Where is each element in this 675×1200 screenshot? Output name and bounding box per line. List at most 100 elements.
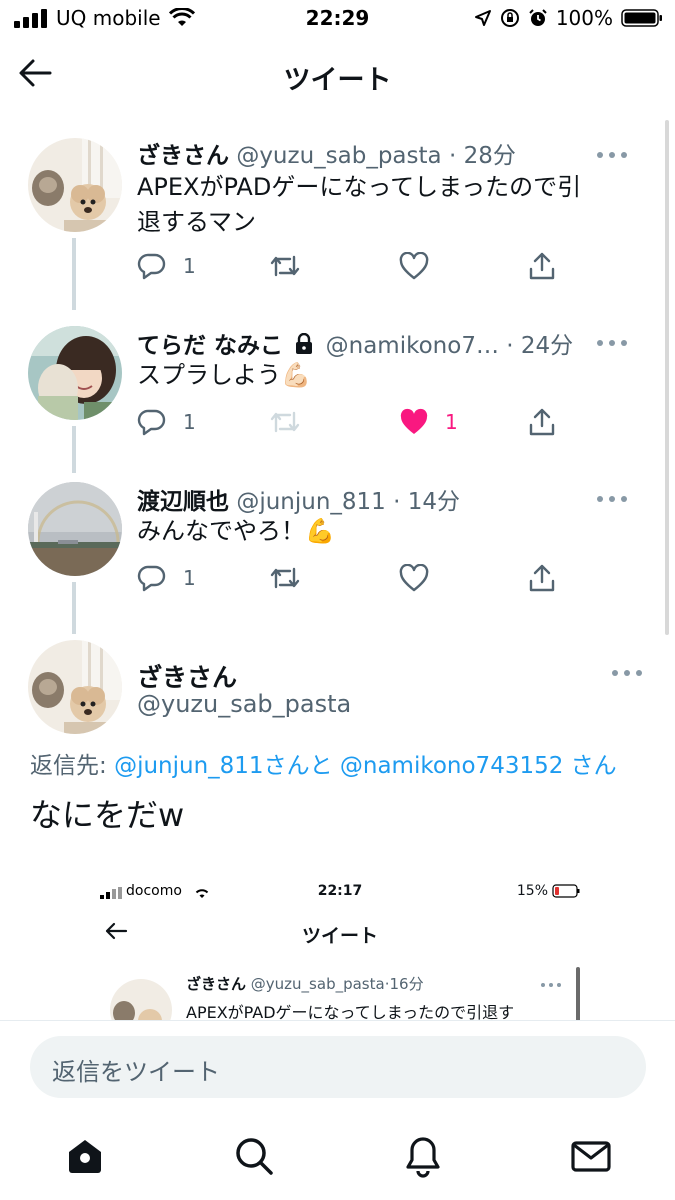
reply-icon bbox=[137, 253, 166, 280]
more-options-button[interactable] bbox=[611, 664, 643, 676]
more-dots-icon bbox=[541, 983, 561, 987]
reply-button[interactable]: 1 bbox=[137, 560, 196, 596]
retweet-button-disabled bbox=[269, 404, 301, 440]
user-handle[interactable]: @junjun_811 bbox=[236, 489, 386, 515]
tweet-time[interactable]: 24分 bbox=[521, 333, 573, 359]
thread-tweet-1[interactable]: ざきさん @yuzu_sab_pasta · 28分 APEXがPADゲーになっ… bbox=[0, 130, 660, 300]
user-handle[interactable]: @yuzu_sab_pasta bbox=[236, 143, 441, 169]
tweet-time[interactable]: 14分 bbox=[408, 489, 460, 515]
tweet-text-line: 退するマン bbox=[137, 208, 257, 236]
separator-dot: · bbox=[393, 489, 401, 515]
attached-screenshot-image[interactable]: docomo 22:17 15% ツイート ざきさん @yuzu_sab_pas… bbox=[90, 875, 590, 1020]
status-time: 22:17 bbox=[317, 883, 363, 899]
avatar[interactable] bbox=[28, 482, 122, 576]
user-handle: @yuzu_sab_pasta bbox=[250, 975, 385, 993]
reply-prefix: 返信先: bbox=[30, 753, 115, 779]
tab-home[interactable] bbox=[63, 1134, 107, 1178]
separator-dot: · bbox=[506, 333, 514, 359]
screenshot-scrollbar bbox=[576, 967, 580, 1020]
display-name: ざきさん bbox=[186, 975, 247, 993]
thread-connector bbox=[72, 426, 76, 473]
battery-low-icon bbox=[552, 884, 580, 898]
location-arrow-icon bbox=[474, 10, 491, 26]
like-button[interactable] bbox=[399, 560, 445, 596]
share-button[interactable] bbox=[527, 404, 557, 440]
like-count: 1 bbox=[445, 410, 458, 434]
display-name[interactable]: ざきさん bbox=[137, 658, 237, 694]
thread-connector bbox=[72, 238, 76, 300]
avatar[interactable] bbox=[28, 326, 122, 420]
reply-button[interactable]: 1 bbox=[137, 404, 196, 440]
more-options-button[interactable] bbox=[596, 490, 628, 502]
header: ツイート bbox=[0, 44, 675, 108]
like-button[interactable]: 1 bbox=[399, 404, 458, 440]
bottom-tab-bar bbox=[0, 1120, 675, 1200]
more-options-button[interactable] bbox=[596, 146, 628, 158]
battery: 15% bbox=[517, 883, 580, 899]
reply-placeholder: 返信をツイート bbox=[52, 1058, 220, 1086]
tweet-header: てらだ なみこ @namikono7… · 24分 bbox=[137, 326, 640, 360]
battery-percentage: 15% bbox=[516, 883, 548, 899]
rotation-lock-icon bbox=[500, 9, 519, 27]
thread-connector bbox=[72, 300, 76, 310]
tweet-header: 渡辺順也 @junjun_811 · 14分 bbox=[137, 482, 640, 516]
retweet-icon bbox=[270, 255, 300, 277]
tweet-text-line: みんなでやろ！💪 bbox=[137, 517, 335, 545]
avatar[interactable] bbox=[28, 640, 122, 734]
notifications-icon bbox=[406, 1137, 440, 1178]
reply-icon bbox=[137, 565, 166, 592]
page-title: ツイート bbox=[283, 65, 392, 96]
reply-icon bbox=[137, 409, 166, 436]
tweet-header: ざきさん @yuzu_sab_pasta · 28分 bbox=[137, 136, 640, 170]
tweet-header: ざきさん @yuzu_sab_pasta·16分 bbox=[186, 973, 424, 994]
more-dots-icon bbox=[612, 670, 642, 676]
share-button[interactable] bbox=[527, 248, 557, 284]
scrollbar[interactable] bbox=[665, 120, 669, 635]
reply-count: 1 bbox=[183, 566, 196, 590]
tweet-text: APEXがPADゲーになってしまったので引退す bbox=[186, 1003, 515, 1020]
reply-count: 1 bbox=[183, 410, 196, 434]
tab-search[interactable] bbox=[232, 1134, 276, 1178]
user-handle[interactable]: @yuzu_sab_pasta bbox=[137, 690, 351, 718]
user-handle[interactable]: @namikono7… bbox=[326, 333, 499, 359]
tweet-text: スプラしよう💪🏻 bbox=[137, 358, 637, 393]
mention-link[interactable]: @namikono743152 bbox=[340, 753, 564, 779]
messages-icon bbox=[571, 1141, 611, 1172]
avatar bbox=[110, 979, 172, 1020]
retweet-button[interactable] bbox=[269, 248, 317, 284]
tab-messages[interactable] bbox=[569, 1134, 613, 1178]
battery-icon bbox=[621, 9, 662, 27]
screenshot-header: ツイート bbox=[90, 919, 590, 949]
share-icon bbox=[529, 408, 555, 436]
heart-icon bbox=[399, 252, 429, 280]
more-options-button[interactable] bbox=[596, 334, 628, 346]
tweet-actions: 1 bbox=[137, 560, 577, 596]
avatar[interactable] bbox=[28, 138, 122, 232]
tweet-text: みんなでやろ！💪 bbox=[137, 514, 637, 549]
share-button[interactable] bbox=[527, 560, 557, 596]
separator-dot: · bbox=[448, 143, 457, 169]
screenshot-tweet: ざきさん @yuzu_sab_pasta·16分 APEXがPADゲーになってし… bbox=[90, 973, 590, 1020]
reply-button[interactable]: 1 bbox=[137, 248, 196, 284]
home-icon bbox=[69, 1140, 101, 1173]
thread-connector bbox=[72, 582, 76, 634]
thread-tweet-3[interactable]: 渡辺順也 @junjun_811 · 14分 みんなでやろ！💪 1 bbox=[0, 474, 660, 634]
thread-tweet-2[interactable]: てらだ なみこ @namikono7… · 24分 スプラしよう💪🏻 1 1 bbox=[0, 300, 660, 473]
share-icon bbox=[529, 252, 555, 280]
retweet-icon bbox=[270, 411, 300, 433]
reply-input[interactable]: 返信をツイート bbox=[30, 1036, 646, 1098]
display-name[interactable]: てらだ なみこ bbox=[137, 333, 283, 359]
status-bar: UQ mobile 22:29 100% bbox=[0, 0, 675, 40]
mention-joiner: さんと bbox=[263, 753, 340, 779]
tweet-time: 16分 bbox=[389, 975, 424, 993]
like-button[interactable] bbox=[399, 248, 445, 284]
tab-notifications[interactable] bbox=[401, 1134, 445, 1178]
mention-link[interactable]: @junjun_811 bbox=[114, 753, 264, 779]
heart-filled-icon bbox=[400, 408, 428, 434]
display-name[interactable]: 渡辺順也 bbox=[137, 489, 229, 515]
display-name[interactable]: ざきさん bbox=[137, 143, 229, 169]
retweet-button[interactable] bbox=[269, 560, 317, 596]
screenshot-status-bar: docomo 22:17 15% bbox=[90, 881, 590, 907]
tweet-time[interactable]: 28分 bbox=[464, 143, 516, 169]
status-bar-right: 100% bbox=[474, 6, 663, 30]
